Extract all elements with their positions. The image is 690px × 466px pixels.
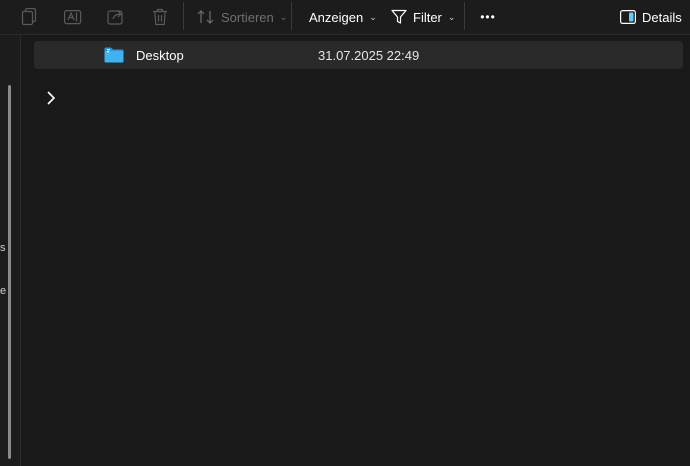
navigation-pane-scrollbar[interactable] — [8, 85, 11, 459]
nav-item-fragment: s — [0, 242, 6, 254]
sort-button[interactable]: Sortieren ⌄ — [197, 5, 287, 29]
sort-icon — [197, 10, 214, 24]
more-options-button[interactable]: ••• — [478, 5, 498, 29]
nav-item-fragment: e — [0, 285, 7, 297]
chevron-down-icon: ⌄ — [369, 11, 377, 22]
chevron-right-icon[interactable] — [43, 90, 59, 106]
copy-button[interactable] — [19, 5, 39, 29]
rename-icon — [64, 9, 82, 25]
rename-button[interactable] — [62, 5, 84, 29]
file-modified-date: 31.07.2025 22:49 — [318, 47, 420, 63]
filter-icon — [391, 9, 407, 24]
toolbar-separator — [464, 2, 465, 30]
share-icon — [107, 10, 123, 25]
copy-icon — [21, 8, 37, 26]
file-row[interactable]: Desktop 31.07.2025 22:49 — [34, 41, 683, 69]
details-pane-icon — [620, 10, 636, 24]
command-bar: Sortieren ⌄ Anzeigen ⌄ Filter ⌄ ••• Deta… — [0, 0, 690, 35]
folder-icon — [104, 47, 124, 63]
filter-button[interactable]: Filter ⌄ — [391, 5, 455, 29]
filter-label: Filter — [413, 9, 442, 25]
file-name: Desktop — [136, 47, 184, 63]
delete-button[interactable] — [150, 5, 170, 29]
sort-label: Sortieren — [221, 9, 274, 25]
trash-icon — [153, 8, 167, 26]
toolbar-separator — [291, 2, 292, 30]
navigation-pane: s e — [0, 35, 21, 466]
details-pane-button[interactable]: Details — [620, 5, 682, 29]
more-icon: ••• — [480, 10, 496, 24]
share-button[interactable] — [106, 5, 126, 29]
chevron-down-icon: ⌄ — [279, 11, 288, 22]
details-label: Details — [642, 9, 682, 25]
view-button[interactable]: Anzeigen ⌄ — [309, 5, 377, 29]
view-label: Anzeigen — [309, 9, 364, 25]
chevron-down-icon: ⌄ — [447, 11, 456, 22]
toolbar-separator — [183, 2, 184, 30]
file-list: Desktop 31.07.2025 22:49 — [21, 35, 690, 466]
